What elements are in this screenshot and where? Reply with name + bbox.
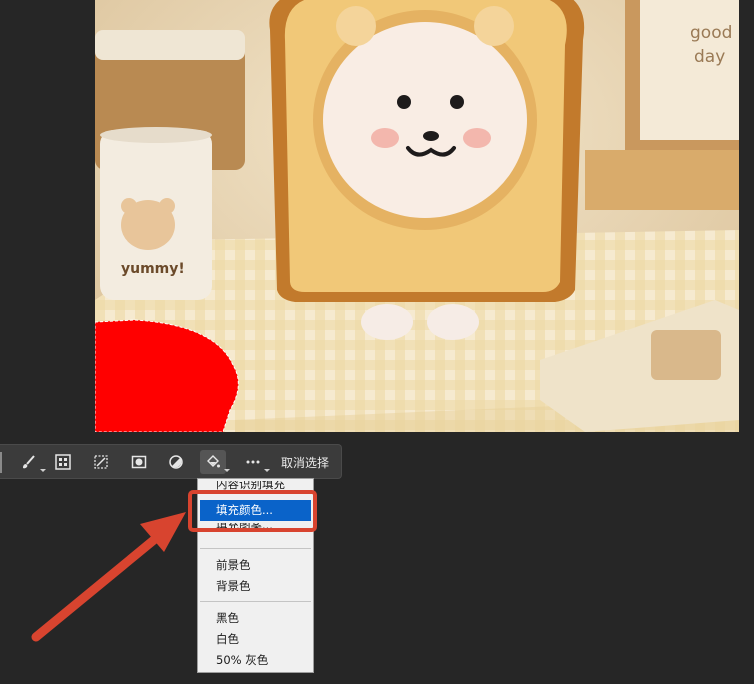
adjustment-button[interactable] [163,450,189,474]
chevron-down-icon [264,469,270,472]
card-text-good: good [690,23,732,43]
half-circle-icon [169,455,183,469]
menu-item-white[interactable]: 白色 [216,631,239,647]
card-text-day: day [694,47,725,67]
menu-item-50-gray[interactable]: 50% 灰色 [216,652,268,668]
canvas-photo: yummy! good day [95,0,739,432]
menu-item-background-color[interactable]: 背景色 [216,578,251,594]
checker-grid-icon [55,454,71,470]
create-mask-button[interactable] [126,450,152,474]
brush-selection-button[interactable] [16,450,46,474]
contextual-task-bar: 取消选择 [0,444,342,479]
menu-item-foreground-color[interactable]: 前景色 [216,557,251,573]
fill-selection-button[interactable] [200,450,230,474]
menu-item-content-aware-fill[interactable]: 内容识别填充 [216,481,285,490]
menu-item-black[interactable]: 黑色 [216,610,239,626]
transform-icon [94,455,108,469]
paint-bucket-icon [207,455,220,468]
chevron-down-icon [40,469,46,472]
menu-divider [200,548,311,549]
taskbar-grip[interactable] [0,452,2,473]
menu-divider [200,601,311,602]
mug-text: yummy! [121,261,185,277]
deselect-button[interactable]: 取消选择 [281,454,329,471]
transform-selection-button[interactable] [88,450,114,474]
brush-icon [23,455,35,469]
document-canvas[interactable]: yummy! good day [95,0,739,432]
highlight-box [188,490,317,532]
more-icon [246,460,260,464]
more-options-button[interactable] [240,450,270,474]
select-subject-button[interactable] [50,450,76,474]
mask-icon [131,455,147,469]
chevron-down-icon [224,469,230,472]
